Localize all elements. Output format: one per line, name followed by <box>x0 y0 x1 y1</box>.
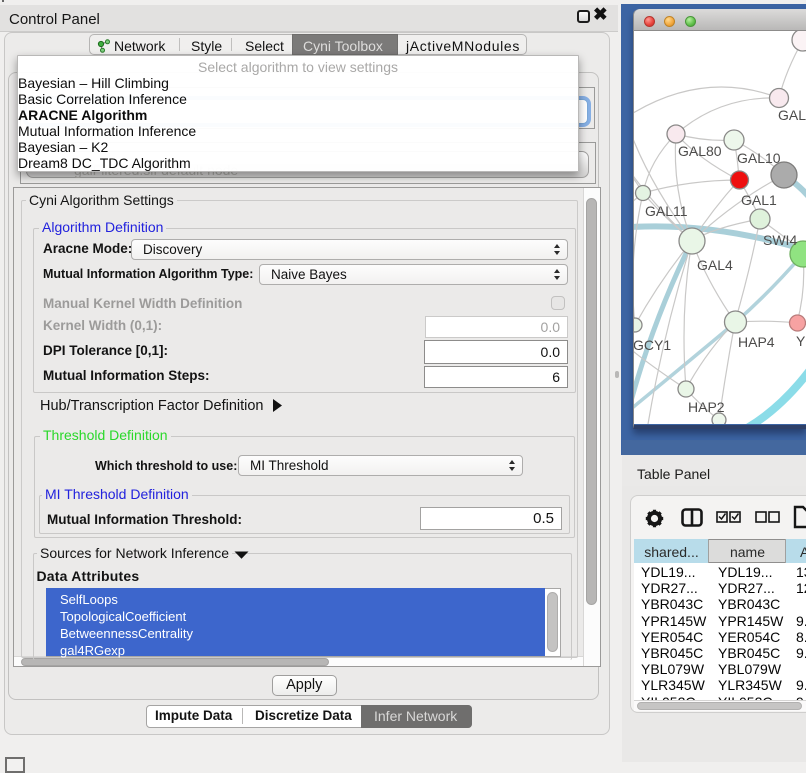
svg-text:HAP4: HAP4 <box>738 334 775 350</box>
svg-text:GAL1: GAL1 <box>741 192 777 208</box>
svg-text:GAL4: GAL4 <box>697 257 733 273</box>
svg-text:GAL11: GAL11 <box>645 203 688 219</box>
svg-text:YD: YD <box>796 333 806 349</box>
svg-text:GCY1: GCY1 <box>634 337 671 353</box>
svg-text:GAL80: GAL80 <box>678 143 722 159</box>
svg-text:HAP2: HAP2 <box>688 399 725 415</box>
svg-text:SWI4: SWI4 <box>763 232 797 248</box>
svg-text:GAL10: GAL10 <box>737 150 781 166</box>
svg-text:GAL3: GAL3 <box>778 107 806 123</box>
